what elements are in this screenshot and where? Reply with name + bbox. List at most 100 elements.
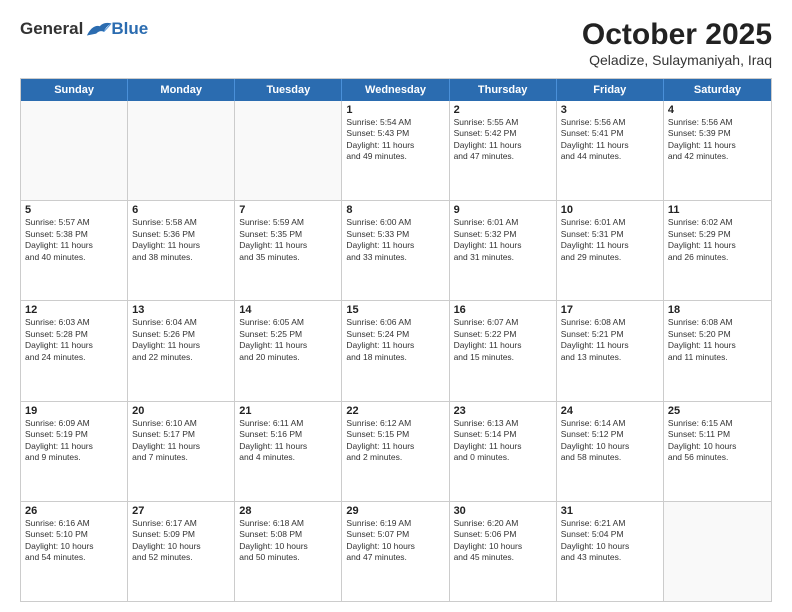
- day-29: 29Sunrise: 6:19 AM Sunset: 5:07 PM Dayli…: [342, 502, 449, 601]
- day-info-7: Sunrise: 5:59 AM Sunset: 5:35 PM Dayligh…: [239, 217, 337, 263]
- day-13: 13Sunrise: 6:04 AM Sunset: 5:26 PM Dayli…: [128, 301, 235, 400]
- day-number-20: 20: [132, 405, 230, 417]
- day-info-21: Sunrise: 6:11 AM Sunset: 5:16 PM Dayligh…: [239, 418, 337, 464]
- day-number-30: 30: [454, 505, 552, 517]
- day-info-26: Sunrise: 6:16 AM Sunset: 5:10 PM Dayligh…: [25, 518, 123, 564]
- day-number-7: 7: [239, 204, 337, 216]
- week-row-5: 26Sunrise: 6:16 AM Sunset: 5:10 PM Dayli…: [21, 502, 771, 601]
- day-12: 12Sunrise: 6:03 AM Sunset: 5:28 PM Dayli…: [21, 301, 128, 400]
- day-number-8: 8: [346, 204, 444, 216]
- empty-cell-0-1: [128, 101, 235, 200]
- day-number-16: 16: [454, 304, 552, 316]
- day-info-22: Sunrise: 6:12 AM Sunset: 5:15 PM Dayligh…: [346, 418, 444, 464]
- week-row-3: 12Sunrise: 6:03 AM Sunset: 5:28 PM Dayli…: [21, 301, 771, 401]
- day-15: 15Sunrise: 6:06 AM Sunset: 5:24 PM Dayli…: [342, 301, 449, 400]
- day-number-13: 13: [132, 304, 230, 316]
- day-7: 7Sunrise: 5:59 AM Sunset: 5:35 PM Daylig…: [235, 201, 342, 300]
- day-30: 30Sunrise: 6:20 AM Sunset: 5:06 PM Dayli…: [450, 502, 557, 601]
- weekday-wednesday: Wednesday: [342, 79, 449, 101]
- day-info-15: Sunrise: 6:06 AM Sunset: 5:24 PM Dayligh…: [346, 317, 444, 363]
- day-number-2: 2: [454, 104, 552, 116]
- day-info-11: Sunrise: 6:02 AM Sunset: 5:29 PM Dayligh…: [668, 217, 767, 263]
- day-number-21: 21: [239, 405, 337, 417]
- day-1: 1Sunrise: 5:54 AM Sunset: 5:43 PM Daylig…: [342, 101, 449, 200]
- calendar-body: 1Sunrise: 5:54 AM Sunset: 5:43 PM Daylig…: [21, 101, 771, 601]
- day-info-6: Sunrise: 5:58 AM Sunset: 5:36 PM Dayligh…: [132, 217, 230, 263]
- day-number-15: 15: [346, 304, 444, 316]
- day-number-17: 17: [561, 304, 659, 316]
- day-info-14: Sunrise: 6:05 AM Sunset: 5:25 PM Dayligh…: [239, 317, 337, 363]
- day-27: 27Sunrise: 6:17 AM Sunset: 5:09 PM Dayli…: [128, 502, 235, 601]
- day-number-12: 12: [25, 304, 123, 316]
- day-23: 23Sunrise: 6:13 AM Sunset: 5:14 PM Dayli…: [450, 402, 557, 501]
- week-row-1: 1Sunrise: 5:54 AM Sunset: 5:43 PM Daylig…: [21, 101, 771, 201]
- weekday-tuesday: Tuesday: [235, 79, 342, 101]
- day-number-25: 25: [668, 405, 767, 417]
- weekday-saturday: Saturday: [664, 79, 771, 101]
- day-18: 18Sunrise: 6:08 AM Sunset: 5:20 PM Dayli…: [664, 301, 771, 400]
- day-info-2: Sunrise: 5:55 AM Sunset: 5:42 PM Dayligh…: [454, 117, 552, 163]
- day-number-26: 26: [25, 505, 123, 517]
- day-info-18: Sunrise: 6:08 AM Sunset: 5:20 PM Dayligh…: [668, 317, 767, 363]
- day-info-20: Sunrise: 6:10 AM Sunset: 5:17 PM Dayligh…: [132, 418, 230, 464]
- page: General Blue October 2025 Qeladize, Sula…: [0, 0, 792, 612]
- day-4: 4Sunrise: 5:56 AM Sunset: 5:39 PM Daylig…: [664, 101, 771, 200]
- day-number-27: 27: [132, 505, 230, 517]
- weekday-monday: Monday: [128, 79, 235, 101]
- day-28: 28Sunrise: 6:18 AM Sunset: 5:08 PM Dayli…: [235, 502, 342, 601]
- empty-cell-0-0: [21, 101, 128, 200]
- day-number-29: 29: [346, 505, 444, 517]
- day-24: 24Sunrise: 6:14 AM Sunset: 5:12 PM Dayli…: [557, 402, 664, 501]
- day-info-8: Sunrise: 6:00 AM Sunset: 5:33 PM Dayligh…: [346, 217, 444, 263]
- day-19: 19Sunrise: 6:09 AM Sunset: 5:19 PM Dayli…: [21, 402, 128, 501]
- day-number-4: 4: [668, 104, 767, 116]
- location: Qeladize, Sulaymaniyah, Iraq: [582, 52, 772, 68]
- day-info-13: Sunrise: 6:04 AM Sunset: 5:26 PM Dayligh…: [132, 317, 230, 363]
- week-row-2: 5Sunrise: 5:57 AM Sunset: 5:38 PM Daylig…: [21, 201, 771, 301]
- day-info-10: Sunrise: 6:01 AM Sunset: 5:31 PM Dayligh…: [561, 217, 659, 263]
- day-info-5: Sunrise: 5:57 AM Sunset: 5:38 PM Dayligh…: [25, 217, 123, 263]
- calendar-header: SundayMondayTuesdayWednesdayThursdayFrid…: [21, 79, 771, 101]
- week-row-4: 19Sunrise: 6:09 AM Sunset: 5:19 PM Dayli…: [21, 402, 771, 502]
- day-22: 22Sunrise: 6:12 AM Sunset: 5:15 PM Dayli…: [342, 402, 449, 501]
- day-info-25: Sunrise: 6:15 AM Sunset: 5:11 PM Dayligh…: [668, 418, 767, 464]
- day-8: 8Sunrise: 6:00 AM Sunset: 5:33 PM Daylig…: [342, 201, 449, 300]
- calendar: SundayMondayTuesdayWednesdayThursdayFrid…: [20, 78, 772, 602]
- day-number-31: 31: [561, 505, 659, 517]
- day-21: 21Sunrise: 6:11 AM Sunset: 5:16 PM Dayli…: [235, 402, 342, 501]
- logo-blue: Blue: [111, 19, 148, 39]
- logo: General Blue: [20, 18, 148, 40]
- day-info-17: Sunrise: 6:08 AM Sunset: 5:21 PM Dayligh…: [561, 317, 659, 363]
- day-info-24: Sunrise: 6:14 AM Sunset: 5:12 PM Dayligh…: [561, 418, 659, 464]
- day-31: 31Sunrise: 6:21 AM Sunset: 5:04 PM Dayli…: [557, 502, 664, 601]
- day-5: 5Sunrise: 5:57 AM Sunset: 5:38 PM Daylig…: [21, 201, 128, 300]
- day-9: 9Sunrise: 6:01 AM Sunset: 5:32 PM Daylig…: [450, 201, 557, 300]
- day-6: 6Sunrise: 5:58 AM Sunset: 5:36 PM Daylig…: [128, 201, 235, 300]
- weekday-friday: Friday: [557, 79, 664, 101]
- day-number-6: 6: [132, 204, 230, 216]
- day-number-19: 19: [25, 405, 123, 417]
- empty-cell-4-6: [664, 502, 771, 601]
- day-number-22: 22: [346, 405, 444, 417]
- day-info-1: Sunrise: 5:54 AM Sunset: 5:43 PM Dayligh…: [346, 117, 444, 163]
- day-number-10: 10: [561, 204, 659, 216]
- day-info-12: Sunrise: 6:03 AM Sunset: 5:28 PM Dayligh…: [25, 317, 123, 363]
- header: General Blue October 2025 Qeladize, Sula…: [20, 18, 772, 68]
- day-17: 17Sunrise: 6:08 AM Sunset: 5:21 PM Dayli…: [557, 301, 664, 400]
- day-number-9: 9: [454, 204, 552, 216]
- day-number-28: 28: [239, 505, 337, 517]
- empty-cell-0-2: [235, 101, 342, 200]
- day-14: 14Sunrise: 6:05 AM Sunset: 5:25 PM Dayli…: [235, 301, 342, 400]
- day-info-27: Sunrise: 6:17 AM Sunset: 5:09 PM Dayligh…: [132, 518, 230, 564]
- day-number-1: 1: [346, 104, 444, 116]
- day-number-5: 5: [25, 204, 123, 216]
- day-info-29: Sunrise: 6:19 AM Sunset: 5:07 PM Dayligh…: [346, 518, 444, 564]
- day-2: 2Sunrise: 5:55 AM Sunset: 5:42 PM Daylig…: [450, 101, 557, 200]
- month-title: October 2025: [582, 18, 772, 52]
- weekday-thursday: Thursday: [450, 79, 557, 101]
- day-number-11: 11: [668, 204, 767, 216]
- day-info-4: Sunrise: 5:56 AM Sunset: 5:39 PM Dayligh…: [668, 117, 767, 163]
- day-number-24: 24: [561, 405, 659, 417]
- day-info-30: Sunrise: 6:20 AM Sunset: 5:06 PM Dayligh…: [454, 518, 552, 564]
- day-info-31: Sunrise: 6:21 AM Sunset: 5:04 PM Dayligh…: [561, 518, 659, 564]
